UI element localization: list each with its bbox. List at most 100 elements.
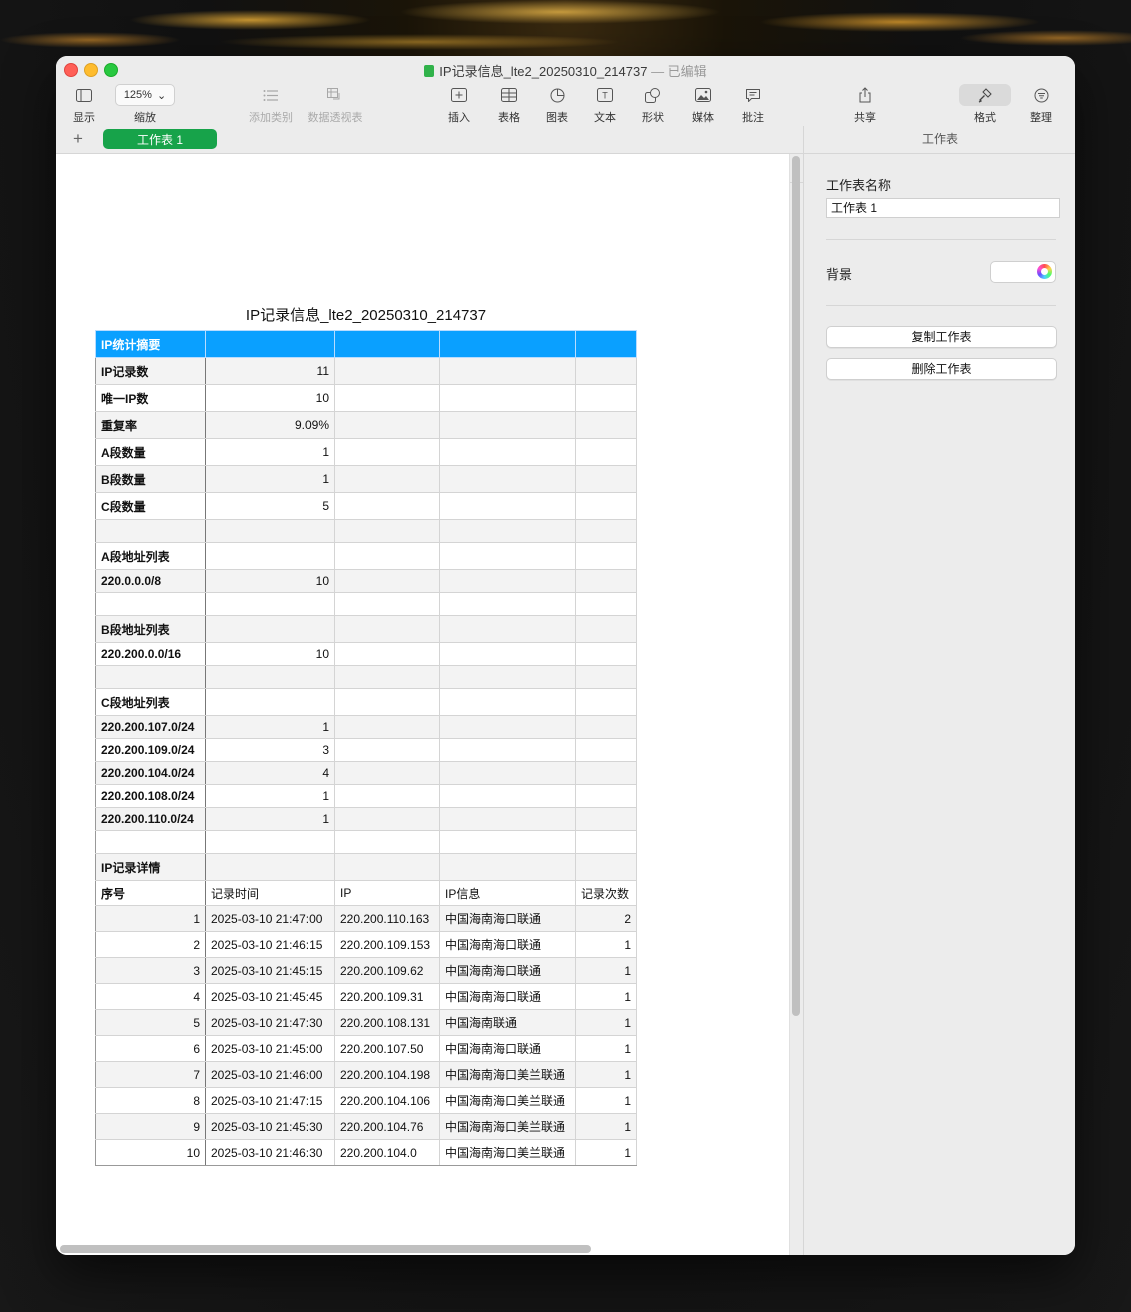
table-cell[interactable] bbox=[334, 715, 440, 739]
table-cell[interactable] bbox=[95, 665, 206, 689]
table-cell[interactable]: 1 bbox=[575, 931, 637, 958]
table-cell[interactable]: IP信息 bbox=[439, 880, 576, 906]
table-cell[interactable] bbox=[334, 465, 440, 493]
organize-button[interactable]: 整理 bbox=[1027, 84, 1055, 125]
table-cell[interactable]: 1 bbox=[205, 807, 335, 831]
table-cell[interactable]: 220.200.110.0/24 bbox=[95, 807, 206, 831]
table-cell[interactable] bbox=[334, 592, 440, 616]
table-cell[interactable]: 220.200.107.0/24 bbox=[95, 715, 206, 739]
color-wheel-icon[interactable] bbox=[1037, 264, 1052, 279]
table-cell[interactable]: 中国海南海口美兰联通 bbox=[439, 1139, 576, 1166]
table-cell[interactable] bbox=[205, 853, 335, 881]
table-cell[interactable]: 220.200.104.76 bbox=[334, 1113, 440, 1140]
table-cell[interactable] bbox=[575, 715, 637, 739]
table-cell[interactable] bbox=[439, 438, 576, 466]
table-cell[interactable] bbox=[334, 411, 440, 439]
table-cell[interactable]: 1 bbox=[205, 465, 335, 493]
table-cell[interactable]: 7 bbox=[95, 1061, 206, 1088]
table-cell[interactable]: 9 bbox=[95, 1113, 206, 1140]
table-cell[interactable]: IP bbox=[334, 880, 440, 906]
view-button[interactable]: 显示 bbox=[70, 84, 98, 125]
share-button[interactable]: 共享 bbox=[851, 84, 879, 125]
table-cell[interactable] bbox=[439, 592, 576, 616]
table-cell[interactable]: 5 bbox=[205, 492, 335, 520]
chart-button[interactable]: 图表 bbox=[543, 84, 571, 125]
table-cell[interactable] bbox=[575, 438, 637, 466]
table-cell[interactable] bbox=[334, 330, 440, 358]
table-cell[interactable]: 1 bbox=[575, 1087, 637, 1114]
table-cell[interactable] bbox=[334, 438, 440, 466]
table-cell[interactable] bbox=[95, 519, 206, 543]
table-cell[interactable] bbox=[205, 592, 335, 616]
table-cell[interactable] bbox=[334, 384, 440, 412]
horizontal-scrollbar[interactable] bbox=[60, 1245, 591, 1253]
table-cell[interactable] bbox=[334, 519, 440, 543]
table-cell[interactable]: 唯一IP数 bbox=[95, 384, 206, 412]
table-cell[interactable]: A段数量 bbox=[95, 438, 206, 466]
table-cell[interactable]: 1 bbox=[575, 1061, 637, 1088]
format-button[interactable]: 格式 bbox=[958, 84, 1012, 125]
table-cell[interactable] bbox=[334, 542, 440, 570]
table-cell[interactable] bbox=[439, 569, 576, 593]
table-cell[interactable]: 1 bbox=[205, 438, 335, 466]
comment-button[interactable]: 批注 bbox=[739, 84, 767, 125]
table-cell[interactable] bbox=[334, 784, 440, 808]
shape-button[interactable]: 形状 bbox=[639, 84, 667, 125]
zoom-control[interactable]: 125% ⌄ 缩放 bbox=[115, 84, 175, 125]
table-cell[interactable]: B段数量 bbox=[95, 465, 206, 493]
table-cell[interactable]: 中国海南海口美兰联通 bbox=[439, 1113, 576, 1140]
table-cell[interactable] bbox=[95, 592, 206, 616]
table-cell[interactable]: 4 bbox=[205, 761, 335, 785]
table-cell[interactable]: 220.200.108.131 bbox=[334, 1009, 440, 1036]
table-cell[interactable]: 记录时间 bbox=[205, 880, 335, 906]
table-cell[interactable]: 2025-03-10 21:46:15 bbox=[205, 931, 335, 958]
zoom-select[interactable]: 125% ⌄ bbox=[115, 84, 175, 106]
table-cell[interactable] bbox=[439, 738, 576, 762]
table-cell[interactable]: 220.200.109.153 bbox=[334, 931, 440, 958]
table-cell[interactable]: 4 bbox=[95, 983, 206, 1010]
table-cell[interactable] bbox=[575, 807, 637, 831]
table-cell[interactable]: 1 bbox=[575, 1035, 637, 1062]
table-cell[interactable]: 10 bbox=[205, 642, 335, 666]
table-cell[interactable]: 5 bbox=[95, 1009, 206, 1036]
table-cell[interactable]: 中国海南海口联通 bbox=[439, 1035, 576, 1062]
table-cell[interactable]: 220.200.0.0/16 bbox=[95, 642, 206, 666]
table-cell[interactable] bbox=[575, 542, 637, 570]
table-cell[interactable] bbox=[575, 465, 637, 493]
table-cell[interactable] bbox=[334, 642, 440, 666]
table-cell[interactable]: 220.200.107.50 bbox=[334, 1035, 440, 1062]
sidebar-tab-sheet[interactable]: 工作表 bbox=[804, 126, 1075, 154]
table-cell[interactable]: 1 bbox=[95, 905, 206, 932]
table-cell[interactable]: 220.200.104.198 bbox=[334, 1061, 440, 1088]
table-cell[interactable] bbox=[439, 853, 576, 881]
table-cell[interactable] bbox=[575, 784, 637, 808]
table-cell[interactable]: 1 bbox=[575, 983, 637, 1010]
table-cell[interactable]: 10 bbox=[205, 569, 335, 593]
table-cell[interactable]: 2025-03-10 21:45:15 bbox=[205, 957, 335, 984]
table-cell[interactable] bbox=[334, 807, 440, 831]
table-cell[interactable]: 1 bbox=[575, 1113, 637, 1140]
table-cell[interactable] bbox=[334, 357, 440, 385]
table-cell[interactable] bbox=[334, 738, 440, 762]
table-cell[interactable] bbox=[205, 615, 335, 643]
add-category-button[interactable]: 添加类别 bbox=[246, 84, 296, 125]
table-cell[interactable]: 中国海南海口联通 bbox=[439, 931, 576, 958]
table-cell[interactable]: 1 bbox=[205, 715, 335, 739]
table-cell[interactable]: 2 bbox=[95, 931, 206, 958]
table-cell[interactable] bbox=[575, 592, 637, 616]
table-cell[interactable] bbox=[575, 642, 637, 666]
table-cell[interactable]: IP记录数 bbox=[95, 357, 206, 385]
table-cell[interactable]: C段数量 bbox=[95, 492, 206, 520]
duplicate-sheet-button[interactable]: 复制工作表 bbox=[826, 326, 1057, 348]
table-cell[interactable] bbox=[575, 688, 637, 716]
table-cell[interactable] bbox=[439, 784, 576, 808]
ip-table[interactable]: IP统计摘要 IP记录数 11 唯一IP数 10 重复率 9.09% A段数量 1 B段数量 1 C段… bbox=[95, 330, 637, 1166]
table-cell[interactable] bbox=[334, 492, 440, 520]
sheet-name-field[interactable]: 工作表 1 bbox=[826, 198, 1060, 218]
table-cell[interactable]: 3 bbox=[95, 957, 206, 984]
table-cell[interactable]: 2025-03-10 21:46:00 bbox=[205, 1061, 335, 1088]
table-cell[interactable] bbox=[439, 807, 576, 831]
table-cell[interactable] bbox=[439, 492, 576, 520]
table-cell[interactable] bbox=[95, 830, 206, 854]
table-cell[interactable] bbox=[575, 830, 637, 854]
